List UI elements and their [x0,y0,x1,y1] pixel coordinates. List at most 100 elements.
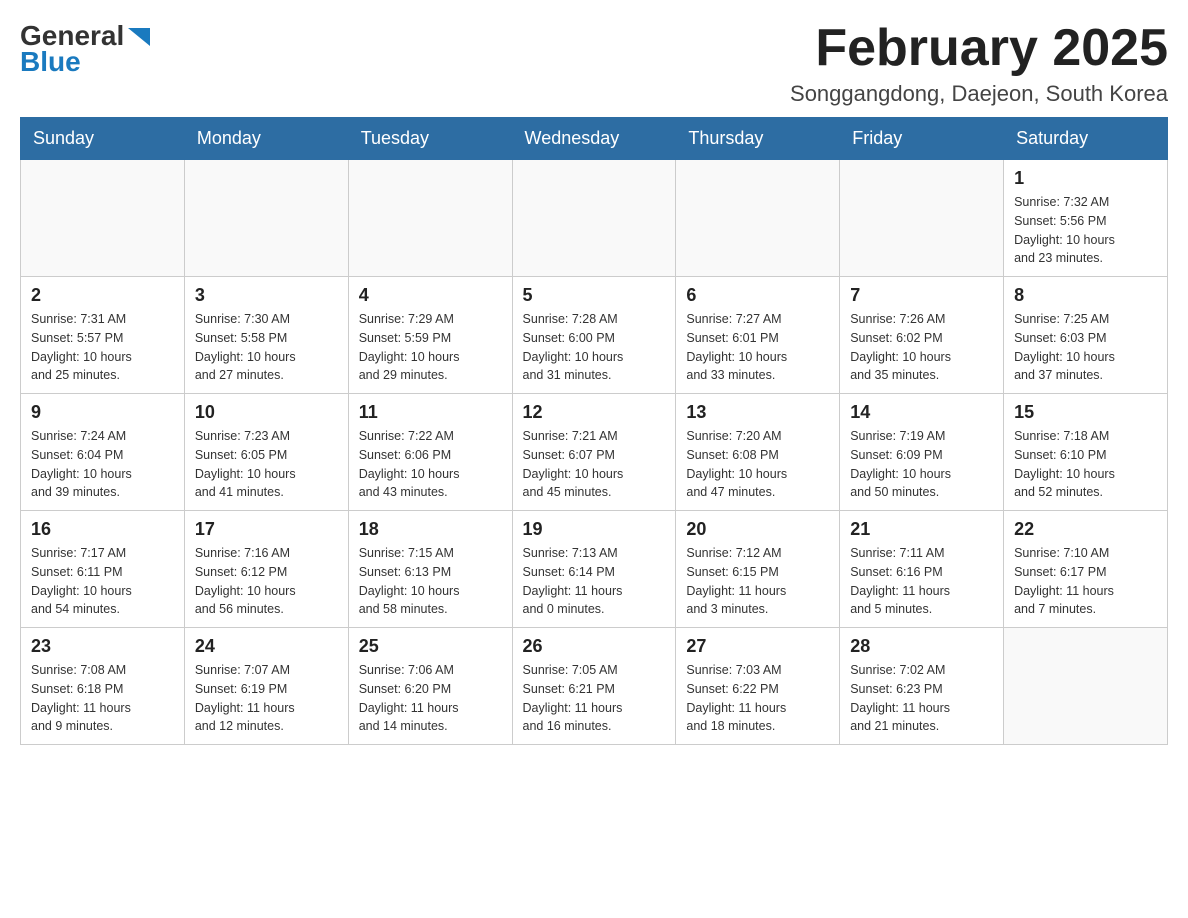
day-info: Sunrise: 7:24 AMSunset: 6:04 PMDaylight:… [31,427,174,502]
day-info: Sunrise: 7:06 AMSunset: 6:20 PMDaylight:… [359,661,502,736]
calendar-cell: 18 Sunrise: 7:15 AMSunset: 6:13 PMDayligh… [348,511,512,628]
calendar-cell: 6Sunrise: 7:27 AMSunset: 6:01 PMDaylight… [676,277,840,394]
calendar-cell: 13 Sunrise: 7:20 AMSunset: 6:08 PMDayligh… [676,394,840,511]
calendar-cell: 28 Sunrise: 7:02 AMSunset: 6:23 PMDayligh… [840,628,1004,745]
week-row-3: 9 Sunrise: 7:24 AMSunset: 6:04 PMDaylight… [21,394,1168,511]
day-number: 3 [195,285,338,306]
calendar-cell: 24 Sunrise: 7:07 AMSunset: 6:19 PMDayligh… [184,628,348,745]
day-number: 26 [523,636,666,657]
calendar-cell: 19 Sunrise: 7:13 AMSunset: 6:14 PMDayligh… [512,511,676,628]
week-row-2: 2Sunrise: 7:31 AMSunset: 5:57 PMDaylight… [21,277,1168,394]
day-info: Sunrise: 7:25 AMSunset: 6:03 PMDaylight:… [1014,310,1157,385]
day-info: Sunrise: 7:19 AMSunset: 6:09 PMDaylight:… [850,427,993,502]
day-number: 8 [1014,285,1157,306]
day-info: Sunrise: 7:27 AMSunset: 6:01 PMDaylight:… [686,310,829,385]
day-info: Sunrise: 7:17 AMSunset: 6:11 PMDaylight:… [31,544,174,619]
day-number: 1 [1014,168,1157,189]
day-number: 9 [31,402,174,423]
calendar-cell [184,160,348,277]
calendar-cell: 10Sunrise: 7:23 AMSunset: 6:05 PMDayligh… [184,394,348,511]
page-header: General Blue February 2025 Songgangdong,… [20,20,1168,107]
calendar-cell: 27 Sunrise: 7:03 AMSunset: 6:22 PMDayligh… [676,628,840,745]
day-info: Sunrise: 7:12 AMSunset: 6:15 PMDaylight:… [686,544,829,619]
logo-triangle-icon [128,28,150,46]
calendar-table: SundayMondayTuesdayWednesdayThursdayFrid… [20,117,1168,745]
calendar-cell: 3 Sunrise: 7:30 AMSunset: 5:58 PMDaylight… [184,277,348,394]
calendar-header: SundayMondayTuesdayWednesdayThursdayFrid… [21,118,1168,160]
calendar-cell: 16Sunrise: 7:17 AMSunset: 6:11 PMDayligh… [21,511,185,628]
calendar-body: 1 Sunrise: 7:32 AMSunset: 5:56 PMDaylight… [21,160,1168,745]
calendar-cell: 23 Sunrise: 7:08 AMSunset: 6:18 PMDayligh… [21,628,185,745]
day-info: Sunrise: 7:29 AMSunset: 5:59 PMDaylight:… [359,310,502,385]
day-number: 13 [686,402,829,423]
week-row-5: 23 Sunrise: 7:08 AMSunset: 6:18 PMDayligh… [21,628,1168,745]
calendar-cell: 25 Sunrise: 7:06 AMSunset: 6:20 PMDayligh… [348,628,512,745]
day-header-tuesday: Tuesday [348,118,512,160]
day-header-friday: Friday [840,118,1004,160]
day-info: Sunrise: 7:15 AMSunset: 6:13 PMDaylight:… [359,544,502,619]
calendar-cell [676,160,840,277]
calendar-cell: 9 Sunrise: 7:24 AMSunset: 6:04 PMDaylight… [21,394,185,511]
calendar-cell: 17Sunrise: 7:16 AMSunset: 6:12 PMDayligh… [184,511,348,628]
calendar-cell [512,160,676,277]
calendar-cell [840,160,1004,277]
day-header-monday: Monday [184,118,348,160]
day-info: Sunrise: 7:16 AMSunset: 6:12 PMDaylight:… [195,544,338,619]
day-info: Sunrise: 7:08 AMSunset: 6:18 PMDaylight:… [31,661,174,736]
day-header-wednesday: Wednesday [512,118,676,160]
day-number: 21 [850,519,993,540]
day-number: 19 [523,519,666,540]
day-info: Sunrise: 7:18 AMSunset: 6:10 PMDaylight:… [1014,427,1157,502]
day-info: Sunrise: 7:32 AMSunset: 5:56 PMDaylight:… [1014,193,1157,268]
day-info: Sunrise: 7:28 AMSunset: 6:00 PMDaylight:… [523,310,666,385]
day-number: 20 [686,519,829,540]
calendar-cell [21,160,185,277]
calendar-cell: 20 Sunrise: 7:12 AMSunset: 6:15 PMDayligh… [676,511,840,628]
day-number: 24 [195,636,338,657]
calendar-cell: 8 Sunrise: 7:25 AMSunset: 6:03 PMDaylight… [1004,277,1168,394]
day-number: 27 [686,636,829,657]
day-number: 12 [523,402,666,423]
calendar-cell: 26 Sunrise: 7:05 AMSunset: 6:21 PMDayligh… [512,628,676,745]
calendar-cell: 21 Sunrise: 7:11 AMSunset: 6:16 PMDayligh… [840,511,1004,628]
day-number: 7 [850,285,993,306]
day-number: 11 [359,402,502,423]
calendar-cell [348,160,512,277]
day-info: Sunrise: 7:11 AMSunset: 6:16 PMDaylight:… [850,544,993,619]
day-header-sunday: Sunday [21,118,185,160]
day-info: Sunrise: 7:22 AMSunset: 6:06 PMDaylight:… [359,427,502,502]
week-row-1: 1 Sunrise: 7:32 AMSunset: 5:56 PMDaylight… [21,160,1168,277]
calendar-title: February 2025 [790,20,1168,77]
day-number: 25 [359,636,502,657]
day-info: Sunrise: 7:05 AMSunset: 6:21 PMDaylight:… [523,661,666,736]
day-number: 23 [31,636,174,657]
day-info: Sunrise: 7:07 AMSunset: 6:19 PMDaylight:… [195,661,338,736]
calendar-cell: 7Sunrise: 7:26 AMSunset: 6:02 PMDaylight… [840,277,1004,394]
day-info: Sunrise: 7:13 AMSunset: 6:14 PMDaylight:… [523,544,666,619]
logo: General Blue [20,20,150,78]
day-number: 18 [359,519,502,540]
calendar-cell: 22Sunrise: 7:10 AMSunset: 6:17 PMDayligh… [1004,511,1168,628]
day-number: 15 [1014,402,1157,423]
day-info: Sunrise: 7:20 AMSunset: 6:08 PMDaylight:… [686,427,829,502]
day-number: 28 [850,636,993,657]
day-header-saturday: Saturday [1004,118,1168,160]
calendar-cell: 14 Sunrise: 7:19 AMSunset: 6:09 PMDayligh… [840,394,1004,511]
week-row-4: 16Sunrise: 7:17 AMSunset: 6:11 PMDayligh… [21,511,1168,628]
day-number: 22 [1014,519,1157,540]
day-info: Sunrise: 7:21 AMSunset: 6:07 PMDaylight:… [523,427,666,502]
day-info: Sunrise: 7:03 AMSunset: 6:22 PMDaylight:… [686,661,829,736]
calendar-cell [1004,628,1168,745]
day-info: Sunrise: 7:30 AMSunset: 5:58 PMDaylight:… [195,310,338,385]
calendar-cell: 15 Sunrise: 7:18 AMSunset: 6:10 PMDayligh… [1004,394,1168,511]
logo-blue-text: Blue [20,46,81,77]
day-number: 14 [850,402,993,423]
day-number: 5 [523,285,666,306]
calendar-subtitle: Songgangdong, Daejeon, South Korea [790,81,1168,107]
calendar-cell: 4Sunrise: 7:29 AMSunset: 5:59 PMDaylight… [348,277,512,394]
day-info: Sunrise: 7:02 AMSunset: 6:23 PMDaylight:… [850,661,993,736]
day-info: Sunrise: 7:31 AMSunset: 5:57 PMDaylight:… [31,310,174,385]
calendar-cell: 1 Sunrise: 7:32 AMSunset: 5:56 PMDaylight… [1004,160,1168,277]
days-of-week-row: SundayMondayTuesdayWednesdayThursdayFrid… [21,118,1168,160]
day-info: Sunrise: 7:23 AMSunset: 6:05 PMDaylight:… [195,427,338,502]
